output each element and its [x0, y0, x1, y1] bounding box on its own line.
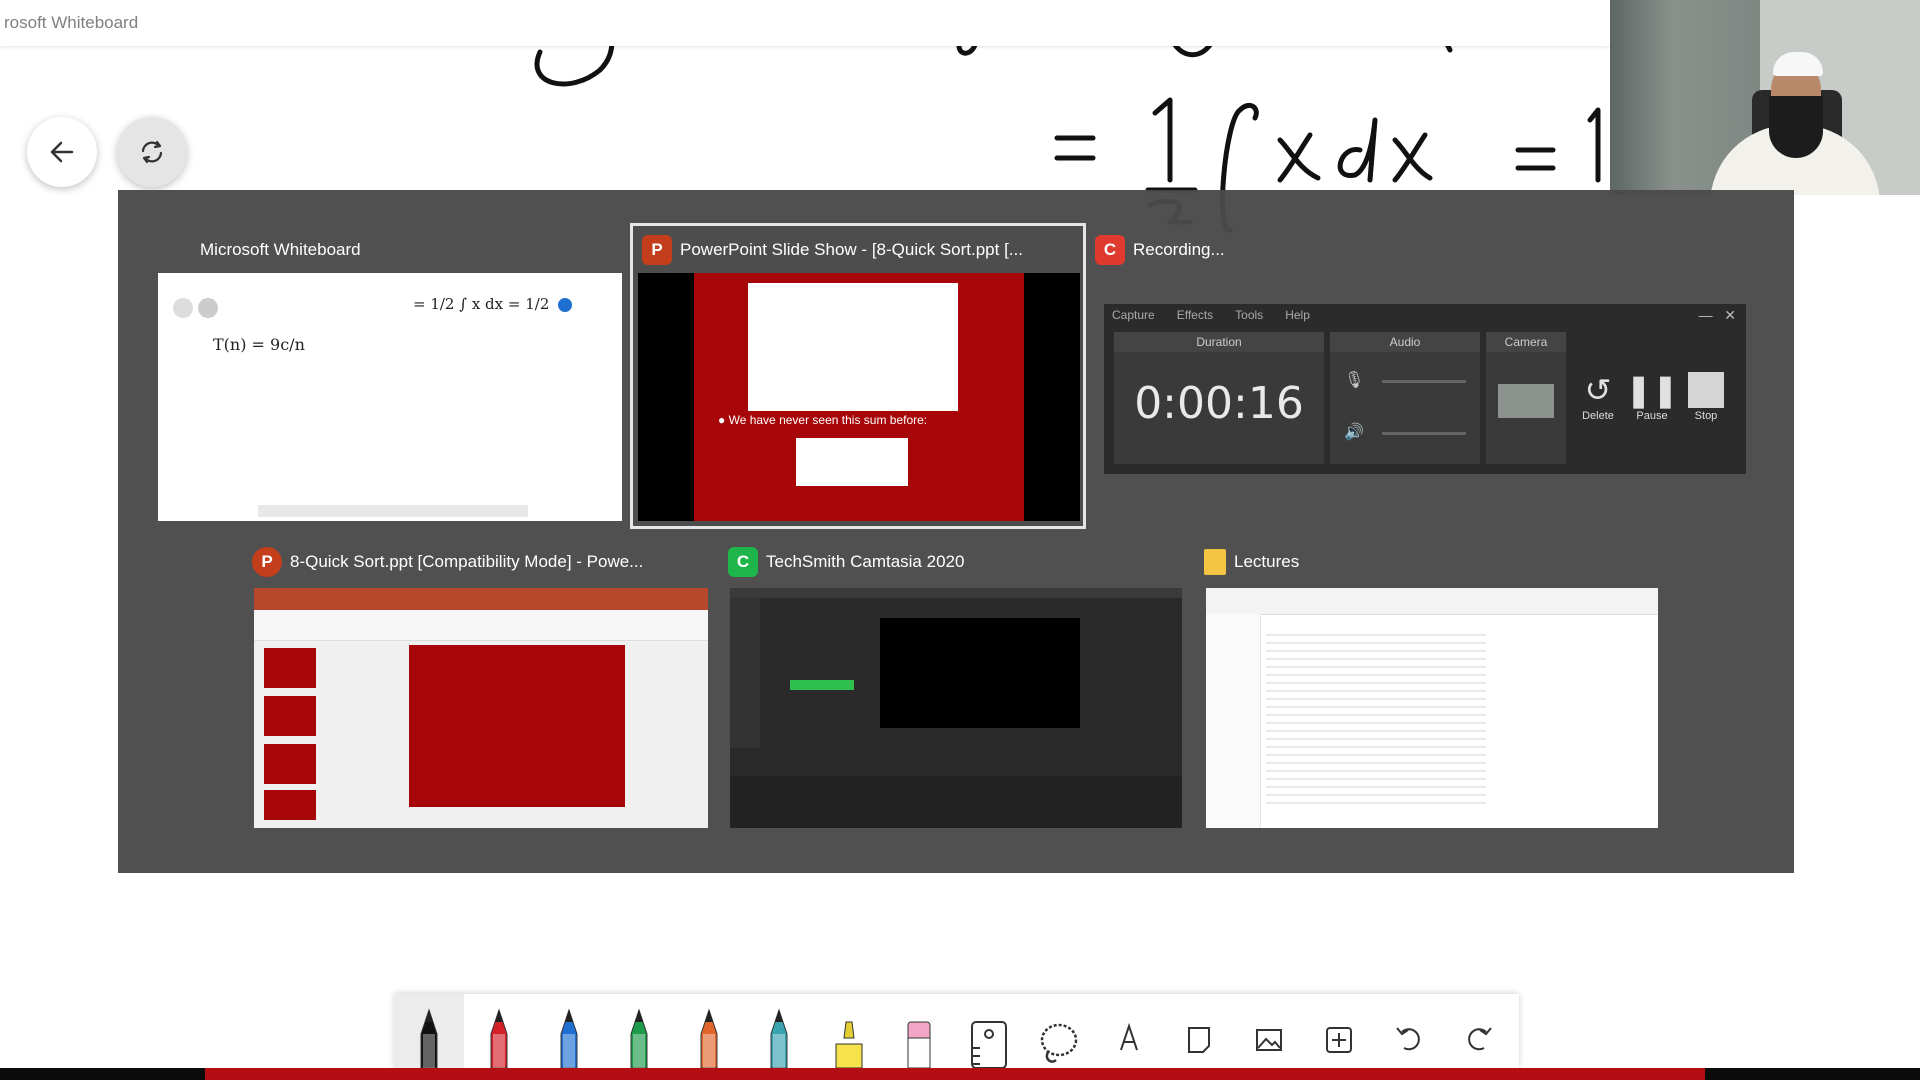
lasso-icon [1040, 1023, 1078, 1063]
pause-icon: ❚❚ [1625, 372, 1679, 408]
tool-pen-black[interactable] [394, 994, 464, 1068]
sync-icon [141, 140, 163, 164]
tool-image[interactable] [1234, 994, 1304, 1068]
thumb-formula: T(n) = 9c/n [213, 335, 305, 354]
pen-black-icon [420, 1008, 438, 1068]
tool-undo[interactable] [1374, 994, 1444, 1068]
close-icon[interactable]: — ✕ [1699, 304, 1736, 326]
tool-ruler[interactable] [954, 994, 1024, 1068]
camera-label: Camera [1486, 332, 1566, 352]
window-title-powerpoint[interactable]: P 8-Quick Sort.ppt [Compatibility Mode] … [252, 547, 643, 577]
tool-pen-red[interactable] [464, 994, 534, 1068]
camtasia-recorder-icon: C [1095, 235, 1125, 265]
recorder-menu: Capture Effects Tools Help [1104, 304, 1746, 326]
tool-insert[interactable] [1304, 994, 1374, 1068]
stop-icon [1682, 370, 1730, 410]
window-title-slideshow[interactable]: P PowerPoint Slide Show - [8-Quick Sort.… [642, 235, 1023, 265]
undo-circle-icon: ↺ [1584, 372, 1612, 408]
recorder-panel[interactable]: Capture Effects Tools Help — ✕ Duration … [1104, 304, 1746, 474]
task-switcher: Microsoft Whiteboard = 1/2 ∫ x dx = 1/2 … [118, 190, 1794, 873]
pen-red-icon [490, 1008, 508, 1068]
window-title-lectures[interactable]: Lectures [1204, 547, 1299, 577]
tool-highlighter[interactable] [814, 994, 884, 1068]
window-thumbnail-explorer[interactable] [1206, 588, 1658, 828]
back-button[interactable] [27, 117, 97, 187]
delete-button[interactable]: ↺ Delete [1574, 370, 1622, 422]
audio-label: Audio [1330, 332, 1480, 352]
eraser-icon [907, 1021, 931, 1068]
arrow-left-icon [50, 141, 74, 163]
camera-preview [1498, 384, 1554, 418]
note-icon [1188, 1027, 1210, 1053]
redo-icon [1468, 1027, 1492, 1051]
app-title-bar: rosoft Whiteboard [0, 0, 1610, 46]
tool-pen-green[interactable] [604, 994, 674, 1068]
window-thumbnail-whiteboard[interactable]: = 1/2 ∫ x dx = 1/2 T(n) = 9c/n [158, 273, 622, 521]
window-thumbnail-powerpoint[interactable] [254, 588, 708, 828]
image-icon [1256, 1029, 1282, 1051]
pen-blue-icon [560, 1008, 578, 1068]
webcam-overlay [1610, 0, 1920, 195]
recording-time: 0:00:16 [1134, 378, 1304, 429]
bottom-band [0, 1068, 1920, 1080]
window-thumbnail-camtasia[interactable] [730, 588, 1182, 828]
window-title-whiteboard[interactable]: Microsoft Whiteboard [200, 235, 361, 265]
window-thumbnail-slideshow[interactable]: ● We have never seen this sum before: [638, 273, 1080, 521]
app-title: rosoft Whiteboard [4, 13, 139, 32]
tool-redo[interactable] [1444, 994, 1514, 1068]
folder-icon [1204, 549, 1226, 575]
tool-pen-blue[interactable] [534, 994, 604, 1068]
powerpoint-icon: P [252, 547, 282, 577]
tool-pen-rainbow[interactable] [674, 994, 744, 1068]
pen-rainbow-icon [700, 1008, 718, 1068]
stop-button[interactable]: Stop [1682, 370, 1730, 422]
tool-eraser[interactable] [884, 994, 954, 1068]
window-title-camtasia[interactable]: C TechSmith Camtasia 2020 [728, 547, 964, 577]
tool-pen-galaxy[interactable] [744, 994, 814, 1068]
duration-box: Duration 0:00:16 [1114, 332, 1324, 464]
pen-galaxy-icon [770, 1008, 788, 1068]
highlighter-icon [835, 1021, 863, 1068]
undo-icon [1396, 1027, 1420, 1051]
pen-green-icon [630, 1008, 648, 1068]
camera-box: Camera [1486, 332, 1566, 464]
menu-help[interactable]: Help [1285, 304, 1310, 326]
speaker-icon[interactable]: 🔊 [1344, 422, 1364, 442]
window-title-recording[interactable]: C Recording... [1095, 235, 1225, 265]
ruler-icon [971, 1021, 1007, 1068]
menu-tools[interactable]: Tools [1235, 304, 1263, 326]
inking-toolbar [394, 994, 1519, 1068]
camtasia-icon: C [728, 547, 758, 577]
duration-label: Duration [1114, 332, 1324, 352]
thumb-formula-line: = 1/2 ∫ x dx = 1/2 [413, 295, 550, 313]
sync-button[interactable] [117, 117, 187, 187]
slide-bullet: ● We have never seen this sum before: [718, 413, 928, 427]
audio-box: Audio 🎙 🔊 [1330, 332, 1480, 464]
microphone-icon[interactable]: 🎙 [1344, 370, 1364, 390]
menu-capture[interactable]: Capture [1112, 304, 1155, 326]
tool-lasso[interactable] [1024, 994, 1094, 1068]
insert-icon [1326, 1027, 1352, 1053]
text-icon [1120, 1022, 1138, 1051]
powerpoint-icon: P [642, 235, 672, 265]
menu-effects[interactable]: Effects [1177, 304, 1213, 326]
pause-button[interactable]: ❚❚ Pause [1625, 370, 1679, 422]
tool-text[interactable] [1094, 994, 1164, 1068]
tool-note[interactable] [1164, 994, 1234, 1068]
